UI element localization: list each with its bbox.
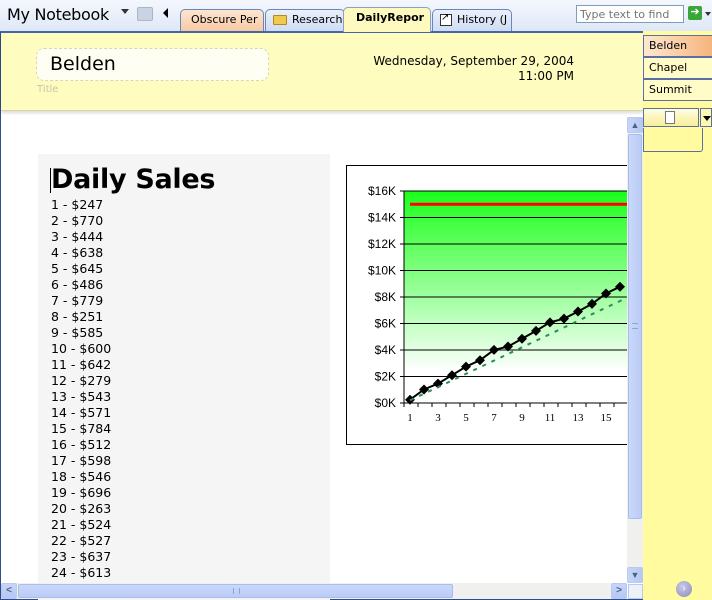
notebook-title[interactable]: My Notebook [7, 5, 109, 24]
new-page-icon [665, 111, 675, 124]
y-tick-label: $6K [375, 317, 396, 331]
section-list-icon[interactable] [137, 7, 153, 21]
scroll-down-button[interactable]: ▼ [627, 567, 643, 583]
y-tick-label: $16K [368, 184, 396, 198]
scroll-up-button[interactable]: ▲ [627, 117, 643, 133]
title-hint-label: Title [37, 84, 59, 95]
y-tick-label: $2K [375, 370, 396, 384]
vertical-scroll-thumb[interactable] [628, 134, 642, 519]
tab-dailyreport[interactable]: DailyRepor [343, 7, 431, 32]
page-date-time: Wednesday, September 29, 2004 11:00 PM [373, 54, 574, 84]
vertical-scrollbar[interactable]: ▲ ▼ [627, 117, 643, 583]
sales-list-item[interactable]: 1 - $247 [51, 197, 111, 213]
page-tabs-panel: Belden Chapel Summit › [643, 31, 712, 600]
tab-label: DailyRepor [356, 11, 425, 24]
x-tick-label: 3 [435, 412, 441, 424]
sales-list-item[interactable]: 24 - $613 [51, 565, 111, 581]
page-date: Wednesday, September 29, 2004 [373, 54, 574, 68]
page-canvas: Belden Title Wednesday, September 29, 20… [0, 31, 644, 600]
y-tick-label: $4K [375, 343, 396, 357]
x-tick-label: 9 [519, 412, 525, 424]
x-tick-label: 7 [491, 412, 497, 424]
sales-list-item[interactable]: 6 - $486 [51, 277, 111, 293]
sales-list-item[interactable]: 17 - $598 [51, 453, 111, 469]
new-page-dropdown-icon[interactable] [700, 108, 712, 127]
tab-research[interactable]: Research [265, 9, 345, 31]
page-time: 11:00 PM [518, 69, 574, 83]
y-tick-label: $12K [368, 237, 396, 251]
scroll-tabs-left-icon[interactable] [163, 8, 168, 18]
tab-obscure-per[interactable]: Obscure Per [180, 9, 264, 31]
tab-history[interactable]: History (J [432, 9, 512, 31]
sales-list-item[interactable]: 21 - $524 [51, 517, 111, 533]
x-tick-label: 11 [545, 412, 556, 424]
sales-list-item[interactable]: 11 - $642 [51, 357, 111, 373]
horizontal-scrollbar[interactable]: < > [1, 583, 627, 599]
top-toolbar: My Notebook Obscure Per Research DailyRe… [0, 0, 712, 32]
chart-svg: $0K$2K$4K$6K$8K$10K$12K$14K$16K1 3 5 7 9 11 13… [368, 184, 635, 424]
sales-list-item[interactable]: 14 - $571 [51, 405, 111, 421]
next-page-circle-icon[interactable]: › [676, 581, 692, 597]
sales-list-item[interactable]: 18 - $546 [51, 469, 111, 485]
tab-label: Research [292, 13, 343, 26]
page-title: Belden [50, 53, 116, 75]
sales-list-item[interactable]: 5 - $645 [51, 261, 111, 277]
page-tab-label: Summit [649, 83, 692, 96]
y-tick-label: $10K [368, 264, 396, 278]
y-tick-label: $0K [375, 396, 396, 410]
page-tab-belden[interactable]: Belden [643, 35, 712, 57]
x-tick-label: 15 [601, 412, 613, 424]
sales-list-item[interactable]: 12 - $279 [51, 373, 111, 389]
daily-sales-heading[interactable]: Daily Sales [51, 164, 215, 195]
new-page-button[interactable] [643, 108, 699, 127]
scroll-left-button[interactable]: < [1, 583, 17, 599]
subpage-area[interactable] [643, 128, 703, 152]
tab-label: History (J [457, 13, 508, 26]
scroll-right-button[interactable]: > [611, 583, 627, 599]
shortcut-icon [440, 12, 452, 26]
onenote-window: My Notebook Obscure Per Research DailyRe… [0, 0, 712, 600]
tab-label: Obscure Per [191, 13, 258, 26]
sales-list-item[interactable]: 13 - $543 [51, 389, 111, 405]
sales-chart[interactable]: $0K $2K $4K $6K $8K $10K $12K $14K $16K 1 3 5 7 9 11 13… [346, 165, 636, 445]
page-tab-summit[interactable]: Summit [643, 79, 712, 101]
page-tab-label: Belden [649, 39, 688, 52]
x-tick-label: 1 [407, 412, 413, 424]
grip-icon [632, 323, 638, 329]
sales-list-item[interactable]: 3 - $444 [51, 229, 111, 245]
sales-list-item[interactable]: 20 - $263 [51, 501, 111, 517]
horizontal-scroll-thumb[interactable] [18, 584, 453, 598]
sales-list-item[interactable]: 8 - $251 [51, 309, 111, 325]
sales-list-item[interactable]: 7 - $779 [51, 293, 111, 309]
find-options-dropdown-icon[interactable] [705, 12, 711, 16]
x-tick-label: 13 [573, 412, 585, 424]
find-input[interactable] [576, 5, 684, 23]
sales-list-item[interactable]: 19 - $696 [51, 485, 111, 501]
sales-list-item[interactable]: 15 - $784 [51, 421, 111, 437]
find-go-button[interactable]: ➔ [688, 6, 702, 20]
sales-list-item[interactable]: 4 - $638 [51, 245, 111, 261]
sales-list-item[interactable]: 2 - $770 [51, 213, 111, 229]
page-tab-label: Chapel [649, 61, 688, 74]
sales-list-item[interactable]: 16 - $512 [51, 437, 111, 453]
grip-icon [233, 588, 240, 594]
page-tab-chapel[interactable]: Chapel [643, 57, 712, 79]
sales-list-item[interactable]: 22 - $527 [51, 533, 111, 549]
sales-list-item[interactable]: 23 - $637 [51, 549, 111, 565]
page-header: Belden Title Wednesday, September 29, 20… [1, 33, 643, 111]
sales-list-item[interactable]: 9 - $585 [51, 325, 111, 341]
notebook-dropdown-icon[interactable] [121, 9, 129, 14]
y-tick-label: $14K [368, 211, 396, 225]
folder-icon [273, 15, 287, 25]
page-layout-corner-button[interactable] [628, 584, 643, 599]
y-tick-label: $8K [375, 290, 396, 304]
x-tick-label: 5 [463, 412, 469, 424]
page-title-field[interactable]: Belden [36, 48, 269, 81]
sales-list-item[interactable]: 10 - $600 [51, 341, 111, 357]
sales-list: 1 - $247 2 - $770 3 - $444 4 - $638 5 - $645… [51, 197, 111, 581]
